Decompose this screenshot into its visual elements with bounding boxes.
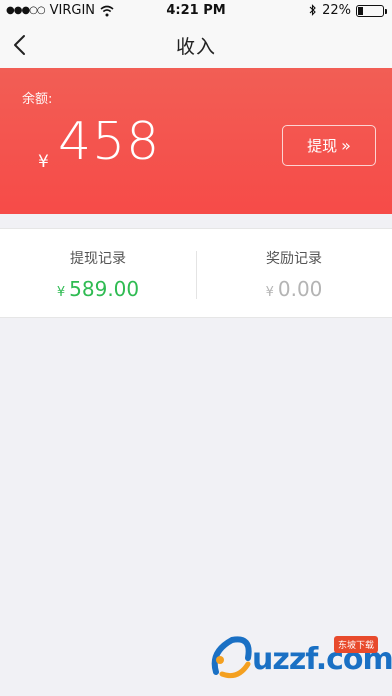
bluetooth-icon <box>309 4 316 16</box>
withdraw-button-label: 提现 <box>307 137 338 155</box>
battery-percent: 22% <box>322 3 351 18</box>
watermark-badge: 东坡下载 <box>334 636 379 653</box>
reward-records-item[interactable]: 奖励记录 ¥0.00 <box>196 229 392 319</box>
status-bar: ●●●○○ VIRGIN 4:21 PM 22% <box>0 0 392 22</box>
reward-records-value: ¥0.00 <box>196 277 392 301</box>
nav-bar: 收入 <box>0 22 392 68</box>
reward-records-amount: 0.00 <box>277 277 323 301</box>
withdraw-records-amount: 589.00 <box>69 277 140 301</box>
balance-amount: 458 <box>58 112 161 172</box>
withdraw-records-value: ¥589.00 <box>0 277 196 301</box>
battery-level-fill <box>358 6 363 15</box>
status-right: 22% <box>309 3 387 18</box>
watermark-emblem-icon <box>211 636 252 679</box>
balance-card: 余额: ¥ 458 提现 » <box>0 68 392 214</box>
balance-label: 余额: <box>22 92 53 107</box>
reward-records-label: 奖励记录 <box>266 251 322 267</box>
chevron-double-right-icon: » <box>341 135 351 155</box>
withdraw-records-label: 提现记录 <box>70 251 126 267</box>
withdraw-records-item[interactable]: 提现记录 ¥589.00 <box>0 229 196 319</box>
balance-currency-symbol: ¥ <box>38 152 49 172</box>
reward-records-currency: ¥ <box>265 285 274 300</box>
battery-icon <box>356 4 387 17</box>
withdraw-button[interactable]: 提现 » <box>282 125 376 166</box>
withdraw-records-currency: ¥ <box>56 285 66 300</box>
page-title: 收入 <box>175 36 216 58</box>
records-panel: 提现记录 ¥589.00 奖励记录 ¥0.00 <box>0 228 392 318</box>
watermark-logo: uzzf.com 东坡下载 <box>208 632 392 682</box>
